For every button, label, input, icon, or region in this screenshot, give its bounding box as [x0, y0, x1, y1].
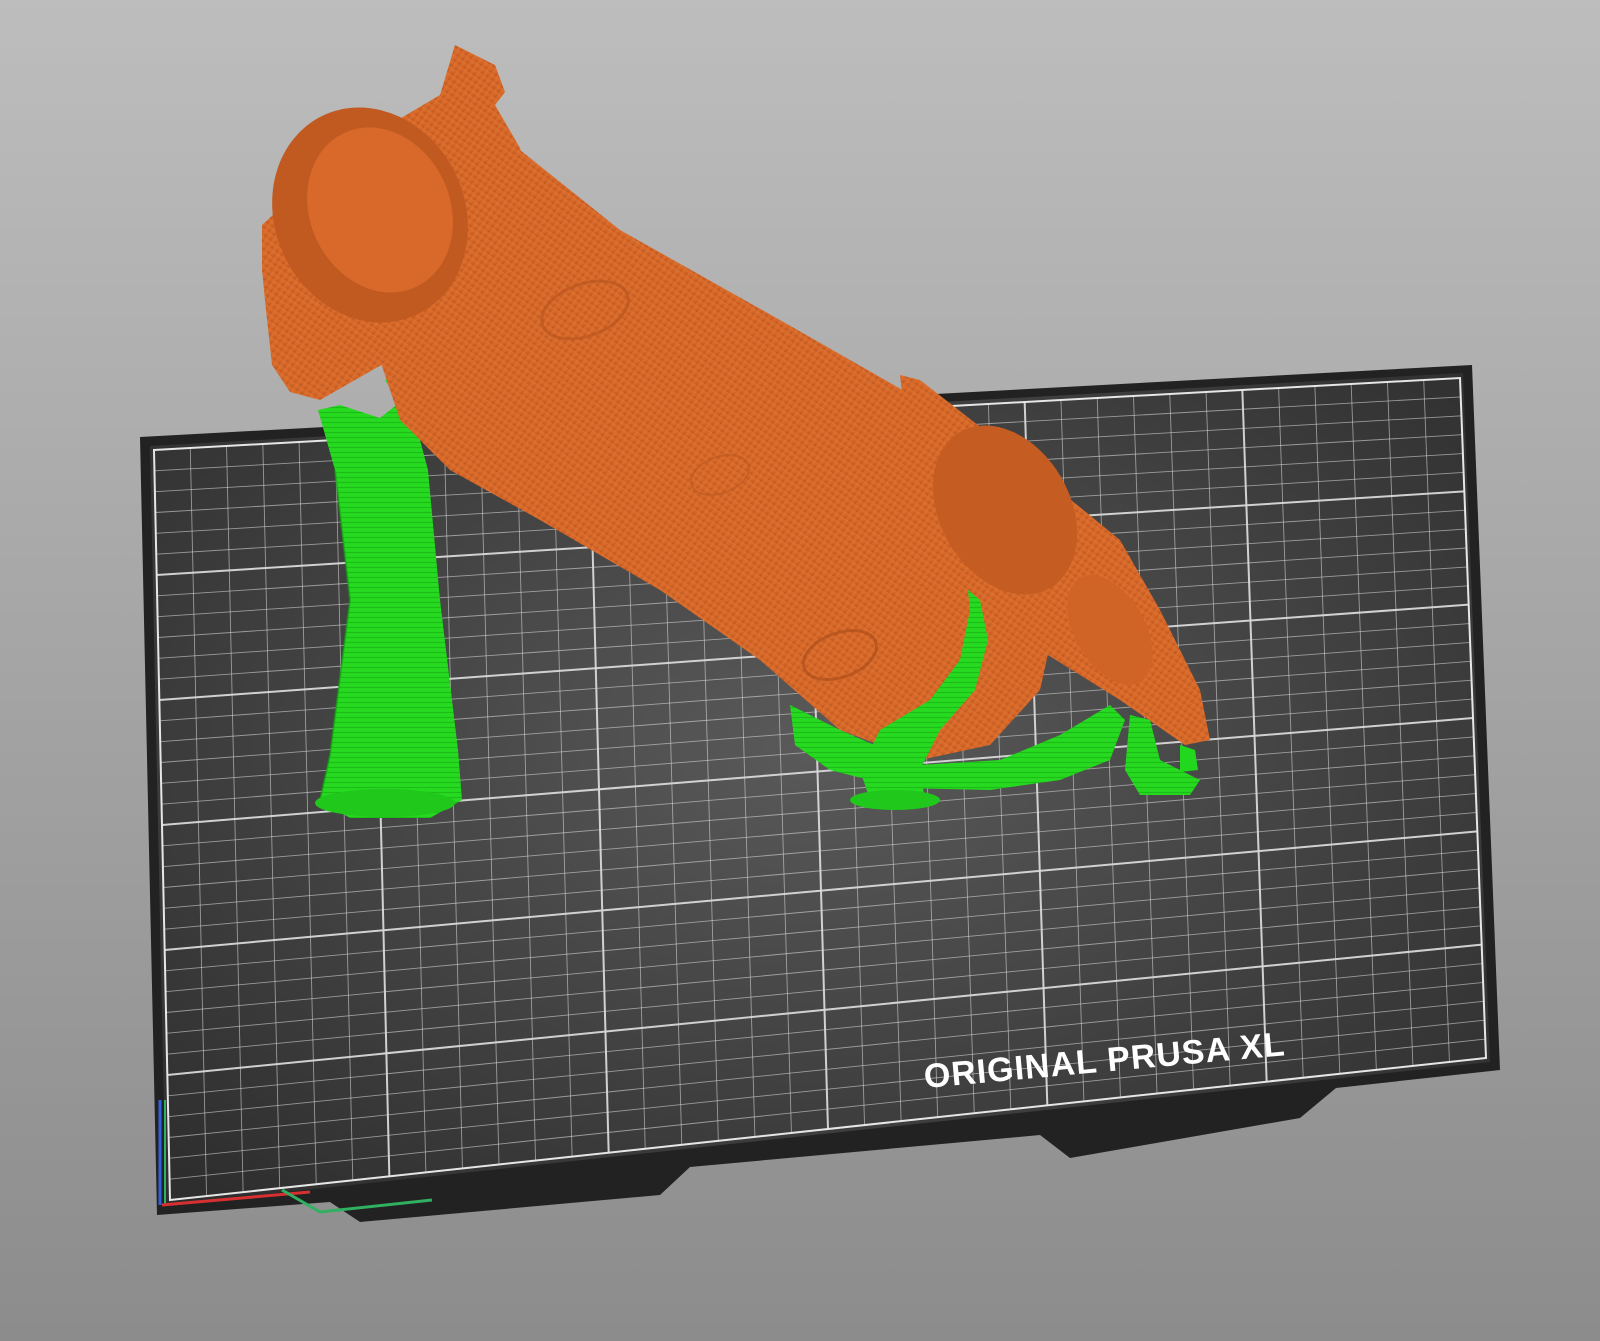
3d-viewport[interactable]: ORIGINAL PRUSA XL — [0, 0, 1600, 1341]
3d-scene[interactable]: ORIGINAL PRUSA XL — [0, 0, 1600, 1341]
